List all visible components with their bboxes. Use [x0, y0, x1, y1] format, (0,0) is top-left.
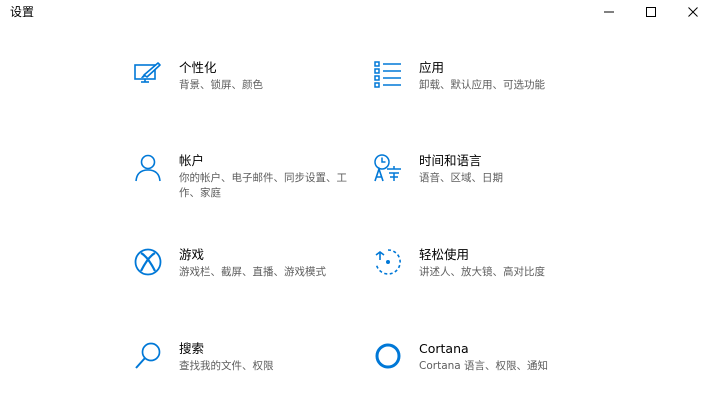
tile-name: Cortana: [419, 341, 469, 356]
tile-name: 个性化: [179, 60, 217, 75]
close-button[interactable]: [672, 0, 707, 24]
account-icon: [133, 153, 163, 183]
tile-ease-of-access[interactable]: 轻松使用 讲述人、放大镜、高对比度: [373, 247, 633, 307]
title-bar[interactable]: 设置: [0, 0, 707, 24]
tile-gaming[interactable]: 游戏 游戏栏、截屏、直播、游戏模式: [133, 247, 393, 307]
search-icon: [133, 341, 163, 371]
tile-description: 卸载、默认应用、可选功能: [419, 79, 545, 91]
minimize-button[interactable]: [588, 0, 630, 24]
tile-description: Cortana 语言、权限、通知: [419, 360, 549, 372]
window-title: 设置: [10, 5, 35, 19]
close-icon: [688, 7, 698, 17]
tile-name: 搜索: [179, 341, 205, 356]
ease-of-access-icon: [373, 247, 403, 277]
tile-search[interactable]: 搜索 查找我的文件、权限: [133, 341, 393, 400]
cortana-icon: [373, 341, 403, 371]
minimize-icon: [604, 11, 614, 13]
tile-description: 游戏栏、截屏、直播、游戏模式: [179, 266, 326, 278]
maximize-icon: [646, 7, 656, 17]
tile-name: 帐户: [179, 153, 205, 168]
tile-time-language[interactable]: 时间和语言 语音、区域、日期: [373, 153, 633, 213]
tile-description: 语音、区域、日期: [419, 172, 503, 184]
maximize-button[interactable]: [630, 0, 672, 24]
apps-icon: [373, 60, 403, 90]
tile-description: 背景、锁屏、颜色: [179, 79, 263, 91]
time-language-icon: [373, 153, 403, 183]
tile-name: 轻松使用: [419, 247, 470, 262]
tile-name: 时间和语言: [419, 153, 482, 168]
tile-cortana[interactable]: Cortana Cortana 语言、权限、通知: [373, 341, 633, 400]
tile-accounts[interactable]: 帐户 你的帐户、电子邮件、同步设置、工作、家庭: [133, 153, 393, 213]
tile-name: 应用: [419, 60, 445, 75]
settings-window: 设置 个性化 背景、锁屏、颜色 应用 卸载、默认应用、可选功能 帐户 你的帐户、…: [0, 0, 707, 400]
tile-name: 游戏: [179, 247, 205, 262]
tile-description: 讲述人、放大镜、高对比度: [419, 266, 545, 278]
personalization-icon: [133, 60, 163, 90]
tile-description: 查找我的文件、权限: [179, 360, 274, 372]
xbox-icon: [133, 247, 163, 277]
tile-apps[interactable]: 应用 卸载、默认应用、可选功能: [373, 60, 633, 120]
tile-personalization[interactable]: 个性化 背景、锁屏、颜色: [133, 60, 393, 120]
tile-description: 你的帐户、电子邮件、同步设置、工作、家庭: [179, 172, 347, 199]
